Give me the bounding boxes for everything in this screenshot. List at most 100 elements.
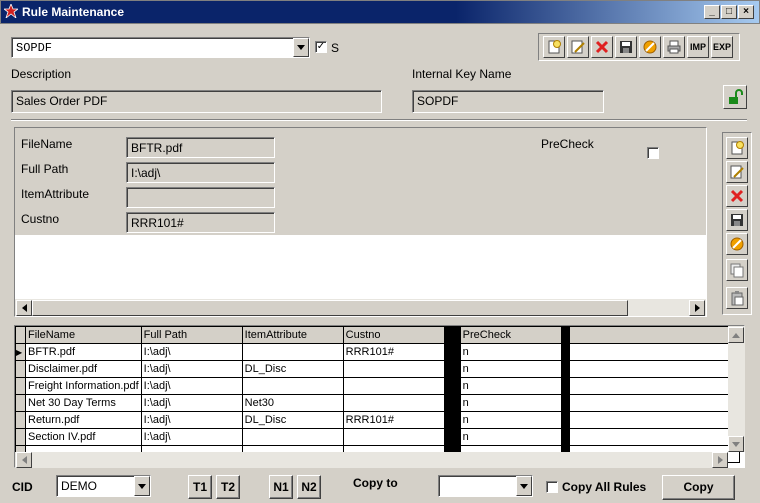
copy-to-select[interactable] [438,475,533,497]
grid-scroll-down-button[interactable] [728,436,744,452]
t2-button[interactable]: T2 [216,475,240,499]
side-paste-button[interactable] [726,287,748,309]
cid-select[interactable]: DEMO [56,475,151,497]
internal-key-field[interactable]: SOPDF [412,90,604,113]
cell-itemattribute[interactable] [241,343,344,361]
cell-itemattribute[interactable] [241,377,344,395]
cell-precheck[interactable]: n [459,360,562,378]
filename-field[interactable]: BFTR.pdf [126,137,275,158]
side-new-button[interactable] [726,137,748,159]
cell-itemattribute[interactable]: DL_Disc [241,360,344,378]
print-button[interactable] [663,36,685,58]
lock-button[interactable] [723,85,747,109]
cell-precheck[interactable]: n [459,343,562,361]
cell-fullpath[interactable]: I:\adj\ [140,428,243,446]
cell-precheck[interactable]: n [459,428,562,446]
precheck-checkbox[interactable] [647,147,659,159]
table-row[interactable]: ▶ BFTR.pdf I:\adj\ RRR101# n [15,343,740,361]
cell-custno[interactable] [342,394,445,412]
itemattribute-field[interactable] [126,187,275,208]
detail-scroll-thumb[interactable] [32,300,628,316]
detail-scroll-left-button[interactable] [16,300,32,316]
t1-button[interactable]: T1 [188,475,212,499]
grid-vscrollbar[interactable] [728,326,745,452]
cell-custno[interactable] [342,428,445,446]
cell-filename[interactable]: Disclaimer.pdf [25,360,142,378]
cell-hidden-1 [443,394,461,412]
cell-precheck[interactable]: n [459,394,562,412]
cell-fullpath[interactable]: I:\adj\ [140,360,243,378]
description-field[interactable]: Sales Order PDF [11,90,382,113]
cell-filename[interactable]: Section IV.pdf [25,428,142,446]
column-header-fullpath[interactable]: Full Path [140,326,243,344]
copy-all-rules-checkbox[interactable] [546,481,558,493]
detail-scroll-right-button[interactable] [689,300,705,316]
fullpath-field[interactable]: I:\adj\ [126,162,275,183]
cell-filename[interactable]: Return.pdf [25,411,142,429]
cell-fullpath[interactable]: I:\adj\ [140,343,243,361]
row-selector[interactable]: ▶ [15,343,26,361]
grid-scroll-up-button[interactable] [728,327,744,343]
side-delete-button[interactable] [726,185,748,207]
column-header-precheck[interactable]: PreCheck [459,326,562,344]
row-selector[interactable] [15,394,26,412]
cell-filename[interactable]: Freight Information.pdf [25,377,142,395]
column-header-custno[interactable]: Custno [342,326,445,344]
cell-precheck[interactable]: n [459,377,562,395]
column-header-filename[interactable]: FileName [25,326,142,344]
table-row[interactable]: Freight Information.pdf I:\adj\ n [15,377,740,395]
rules-grid[interactable]: FileName Full Path ItemAttribute Custno … [14,325,745,468]
grid-hscrollbar[interactable] [15,452,728,468]
n2-button[interactable]: N2 [297,475,321,499]
cancel-button[interactable] [639,36,661,58]
table-row[interactable]: Disclaimer.pdf I:\adj\ DL_Disc n [15,360,740,378]
side-save-button[interactable] [726,209,748,231]
cid-label: CID [12,480,33,494]
side-edit-button[interactable] [726,161,748,183]
grid-scroll-right-button[interactable] [712,452,728,468]
delete-button[interactable] [591,36,613,58]
rule-select[interactable]: SOPDF [11,37,310,58]
n1-button[interactable]: N1 [269,475,293,499]
cell-itemattribute[interactable] [241,428,344,446]
row-selector[interactable] [15,411,26,429]
maximize-button[interactable]: □ [721,5,737,19]
edit-pencil-icon [730,165,744,179]
grid-scroll-left-button[interactable] [16,452,32,468]
table-row[interactable]: Section IV.pdf I:\adj\ n [15,428,740,446]
cid-dropdown-button[interactable] [134,476,150,496]
row-selector[interactable] [15,360,26,378]
copy-button[interactable]: Copy [662,475,735,500]
cell-precheck[interactable]: n [459,411,562,429]
row-selector[interactable] [15,377,26,395]
custno-field[interactable]: RRR101# [126,212,275,233]
copy-to-dropdown-button[interactable] [516,476,532,496]
export-button[interactable]: EXP [711,36,733,58]
minimize-button[interactable]: _ [704,5,720,19]
side-copy-button[interactable] [726,259,748,281]
cell-filename[interactable]: BFTR.pdf [25,343,142,361]
cell-filename[interactable]: Net 30 Day Terms [25,394,142,412]
rule-select-dropdown-button[interactable] [293,38,309,57]
cell-custno[interactable] [342,360,445,378]
import-button[interactable]: IMP [687,36,709,58]
cell-itemattribute[interactable]: Net30 [241,394,344,412]
cell-custno[interactable] [342,377,445,395]
column-header-itemattribute[interactable]: ItemAttribute [241,326,344,344]
cell-custno[interactable]: RRR101# [342,343,445,361]
edit-button[interactable] [567,36,589,58]
cell-fullpath[interactable]: I:\adj\ [140,411,243,429]
side-cancel-button[interactable] [726,233,748,255]
s-checkbox[interactable]: ✓ [315,41,327,53]
row-selector[interactable] [15,428,26,446]
new-button[interactable] [543,36,565,58]
table-row[interactable]: Net 30 Day Terms I:\adj\ Net30 n [15,394,740,412]
cell-itemattribute[interactable]: DL_Disc [241,411,344,429]
arrow-left-icon [21,456,27,464]
cell-fullpath[interactable]: I:\adj\ [140,394,243,412]
cell-custno[interactable]: RRR101# [342,411,445,429]
table-row[interactable]: Return.pdf I:\adj\ DL_Disc RRR101# n [15,411,740,429]
cell-fullpath[interactable]: I:\adj\ [140,377,243,395]
close-button[interactable]: × [738,5,754,19]
save-button[interactable] [615,36,637,58]
